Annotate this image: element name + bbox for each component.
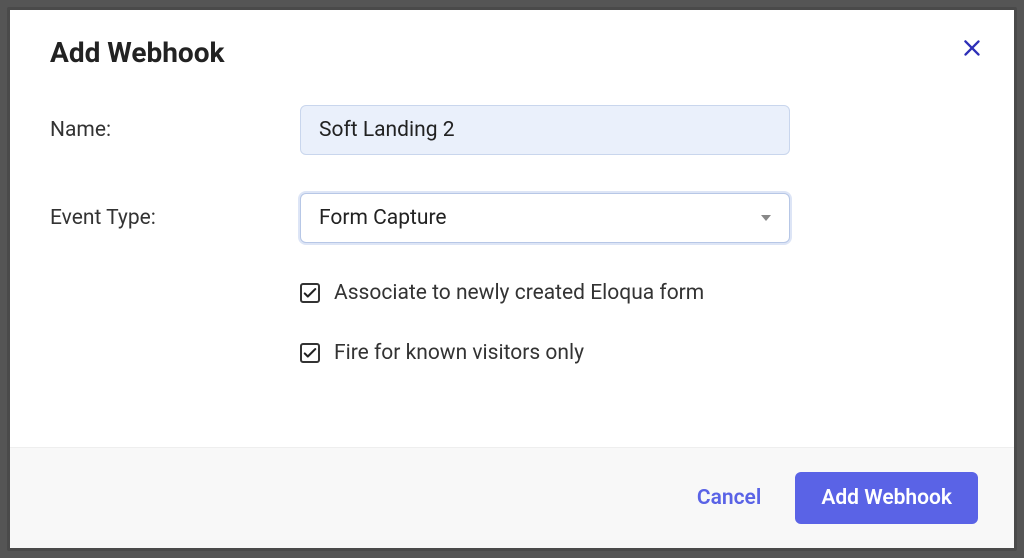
- event-type-value: Form Capture: [319, 206, 447, 230]
- name-input[interactable]: [300, 105, 790, 155]
- add-webhook-modal: Add Webhook Name: Event Type: Form Captu…: [7, 7, 1017, 551]
- cancel-button[interactable]: Cancel: [697, 486, 761, 510]
- checkbox-row-fire-known: Fire for known visitors only: [300, 341, 974, 365]
- event-type-select[interactable]: Form Capture: [300, 193, 790, 243]
- checkbox-row-associate: Associate to newly created Eloqua form: [300, 281, 974, 305]
- modal-footer: Cancel Add Webhook: [10, 447, 1014, 548]
- close-icon[interactable]: [958, 34, 986, 62]
- add-webhook-button[interactable]: Add Webhook: [795, 472, 978, 524]
- associate-checkbox[interactable]: [300, 283, 320, 303]
- modal-body: Add Webhook Name: Event Type: Form Captu…: [10, 10, 1014, 447]
- modal-title: Add Webhook: [50, 36, 974, 69]
- checkbox-group: Associate to newly created Eloqua form F…: [50, 281, 974, 365]
- fire-known-checkbox[interactable]: [300, 343, 320, 363]
- associate-checkbox-label: Associate to newly created Eloqua form: [334, 281, 704, 305]
- form-row-event-type: Event Type: Form Capture: [50, 193, 974, 243]
- fire-known-checkbox-label: Fire for known visitors only: [334, 341, 584, 365]
- chevron-down-icon: [761, 215, 771, 221]
- form-row-name: Name:: [50, 105, 974, 155]
- event-type-label: Event Type:: [50, 206, 300, 230]
- name-label: Name:: [50, 118, 300, 142]
